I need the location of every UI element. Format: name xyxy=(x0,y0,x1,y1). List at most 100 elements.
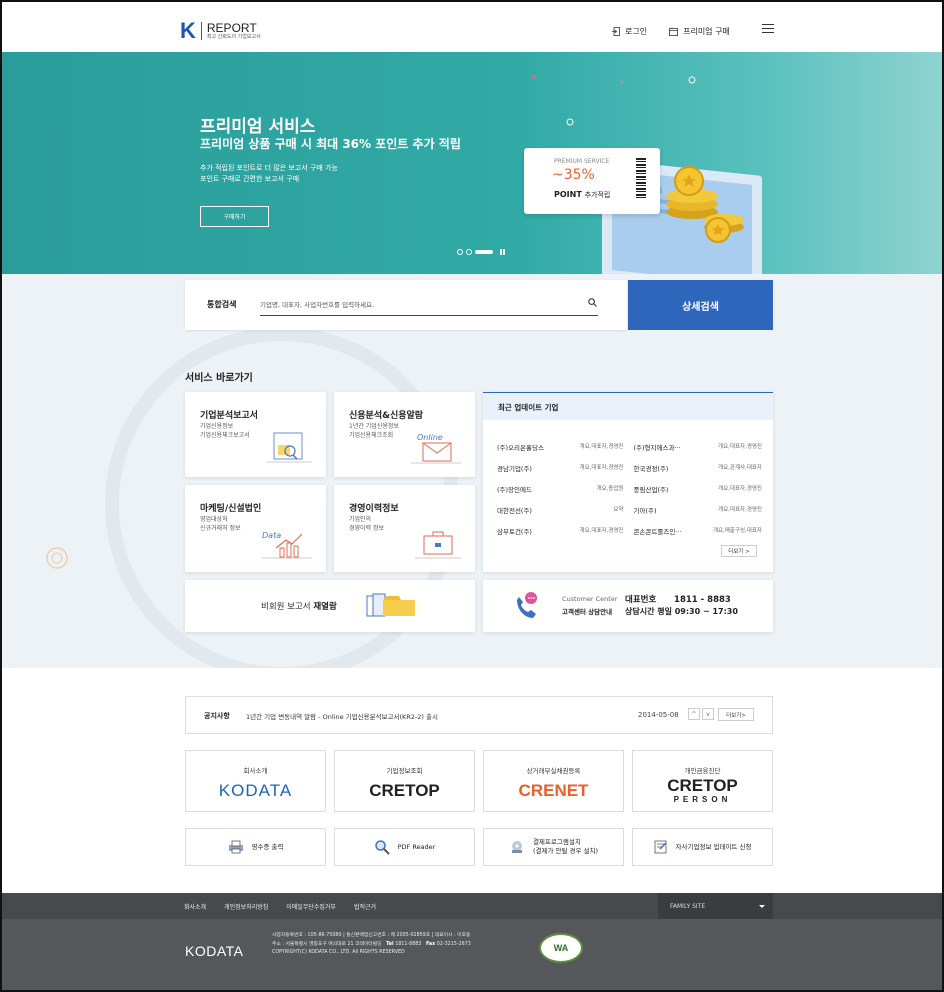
briefcase-icon xyxy=(415,531,461,559)
company-name: (주)형지에스과··· xyxy=(633,443,681,452)
footer-link-company[interactable]: 회사소개 xyxy=(184,902,206,911)
company-update-tags: 개요,대표자,경영진 xyxy=(579,443,624,450)
card-subtitle: 영업대상처 신규거래처 정보 xyxy=(200,516,241,532)
company-update-tags: 개요,관계사,대표자 xyxy=(718,464,762,471)
footer-link-legal[interactable]: 법적근거 xyxy=(354,902,376,911)
cretop-logo: CRETOP xyxy=(369,781,440,800)
search-icon[interactable] xyxy=(588,298,597,307)
company-update-tags: 개요,대표자,경영진 xyxy=(718,506,762,513)
notice-date: 2014-05-08 xyxy=(638,711,679,719)
slide-dot-1[interactable] xyxy=(457,249,463,255)
web-accessibility-badge: WA xyxy=(539,933,583,963)
logo[interactable]: K REPORT 최고 신뢰도의 기업보고서 xyxy=(180,20,261,42)
header: K REPORT 최고 신뢰도의 기업보고서 로그인 프리미엄 구매 xyxy=(2,2,942,52)
update-company-item[interactable]: 대한전선(주) 요약 xyxy=(497,505,630,515)
slider-pagination xyxy=(457,249,506,255)
crenet-logo: CRENET xyxy=(518,781,589,800)
company-name: 콘손콘트롤즈인··· xyxy=(633,527,682,536)
company-info-update-button[interactable]: 자사기업정보 업데이트 신청 xyxy=(632,828,773,866)
company-name: (주)오리온홀딩스 xyxy=(497,443,544,452)
card-title: 경영이력정보 xyxy=(349,504,399,514)
slide-dot-3[interactable] xyxy=(475,250,493,254)
premium-buy-label: 프리미엄 구매 xyxy=(683,27,730,36)
cretop-person-logo: CRETOP xyxy=(667,776,738,795)
update-row: 대한전선(주) 요약 기아(주) 개요,대표자,경영진 xyxy=(497,499,762,520)
caret-down-icon xyxy=(759,905,765,908)
updates-list: (주)오리온홀딩스 개요,대표자,경영진 (주)형지에스과··· 개요,대표자,경영진… xyxy=(497,436,762,541)
guest-report-reopen-button[interactable]: 비회원 보고서 재열람 xyxy=(185,580,475,632)
update-company-item[interactable]: (주)형지에스과··· 개요,대표자,경영진 xyxy=(630,442,763,452)
svg-text:Data: Data xyxy=(262,531,281,540)
online-envelope-icon: Online xyxy=(411,433,461,464)
company-update-tags: 개요,대표자,경영진 xyxy=(718,485,762,492)
update-company-item[interactable]: 풍림산업(주) 개요,대표자,경영진 xyxy=(630,484,763,494)
pause-icon[interactable] xyxy=(500,249,506,255)
cart-icon xyxy=(669,27,678,36)
ticket-point: POINT 추가적립 xyxy=(554,190,611,199)
company-update-tags: 개요,대표자,경영진 xyxy=(579,464,624,471)
brand-kodata[interactable]: 회사소개 KODATA xyxy=(185,750,326,812)
install-disc-icon xyxy=(511,841,522,853)
login-label: 로그인 xyxy=(625,27,648,36)
notice-prev-button[interactable]: ^ xyxy=(688,708,700,720)
hero-banner: 프리미엄 서비스 프리미엄 상품 구매 시 최대 36% 포인트 추가 적립 추… xyxy=(2,52,942,274)
hamburger-menu-icon[interactable] xyxy=(762,24,774,34)
service-card-management-history[interactable]: 경영이력정보 기업인의 경영이력 정보 xyxy=(334,485,475,572)
footer-links: 회사소개 개인정보처리방침 이메일무단수집거부 법적근거 xyxy=(184,902,394,911)
pdf-reader-button[interactable]: PDF Reader xyxy=(334,828,475,866)
card-title: 신용분석&신용알람 xyxy=(349,411,424,421)
notice-next-button[interactable]: v xyxy=(702,708,714,720)
magnifier-icon xyxy=(374,840,390,855)
premium-ticket: PREMIUM SERVICE ~35% POINT 추가적립 xyxy=(524,148,660,214)
recent-updates-panel: 최근 업데이트 기업 (주)오리온홀딩스 개요,대표자,경영진 (주)형지에스과··… xyxy=(483,392,773,572)
update-document-icon xyxy=(654,840,667,854)
slide-dot-2[interactable] xyxy=(466,249,472,255)
customer-hours: 상담시간 평일 09:30 ~ 17:30 xyxy=(625,607,738,616)
update-company-item[interactable]: 콘손콘트롤즈인··· 개요,매출구성,대표자 xyxy=(630,526,763,536)
company-name: 기아(주) xyxy=(633,506,657,515)
company-name: 경남기업(주) xyxy=(497,464,532,473)
brand-crenet[interactable]: 상거래부실채권등록 CRENET xyxy=(483,750,624,812)
service-card-marketing[interactable]: 마케팅/신설법인 영업대상처 신규거래처 정보 Data xyxy=(185,485,326,572)
hero-subtitle: 프리미엄 상품 구매 시 최대 36% 포인트 추가 적립 xyxy=(200,137,461,151)
customer-center: Customer Center 고객센터 상담안내 대표번호 1811 - 88… xyxy=(483,580,773,632)
brand-cretop-person[interactable]: 개인금융진단 CRETOP PERSON xyxy=(632,750,773,812)
receipt-print-button[interactable]: 영수증 출력 xyxy=(185,828,326,866)
card-subtitle: 1년간 기업신용정보 기업신용체크조회 xyxy=(349,423,399,439)
service-card-credit-alarm[interactable]: 신용분석&신용알람 1년간 기업신용정보 기업신용체크조회 Online xyxy=(334,392,475,477)
family-site-select[interactable]: FAMILY SITE xyxy=(658,893,773,919)
update-company-item[interactable]: 경남기업(주) 개요,대표자,경영진 xyxy=(497,463,630,473)
footer-link-email-refuse[interactable]: 이메일무단수집거부 xyxy=(286,902,336,911)
update-company-item[interactable]: 삼부토건(주) 개요,대표자,경영진 xyxy=(497,526,630,536)
update-company-item[interactable]: 기아(주) 개요,대표자,경영진 xyxy=(630,505,763,515)
updates-more-button[interactable]: 더보기 > xyxy=(721,545,757,557)
premium-buy-link[interactable]: 프리미엄 구매 xyxy=(669,26,730,37)
brand-cretop[interactable]: 기업정보조회 CRETOP xyxy=(334,750,475,812)
notice-more-button[interactable]: 더보기> xyxy=(718,708,754,721)
logo-divider xyxy=(200,22,202,40)
barcode-icon xyxy=(636,158,646,200)
hero-decoration xyxy=(532,75,762,274)
ticket-percent: ~35% xyxy=(552,167,595,183)
hero-buy-button[interactable]: 구매하기 xyxy=(200,206,269,227)
notice-text[interactable]: 1년간 기업 변동내역 알람 - Online 기업신용분석보고서(KR2-2)… xyxy=(246,711,438,721)
update-company-item[interactable]: 한국경정(주) 개요,관계사,대표자 xyxy=(630,463,763,473)
company-name: 삼부토건(주) xyxy=(497,527,532,536)
company-update-tags: 요약 xyxy=(613,506,624,513)
hero-description: 추가 적립된 포인트로 더 많은 보고서 구매 가능 포인트 구매로 간편한 보… xyxy=(200,164,338,183)
payment-program-install-button[interactable]: 결제프로그램설치 (결제가 안될 경우 설치) xyxy=(483,828,624,866)
login-link[interactable]: 로그인 xyxy=(612,26,647,37)
printer-icon xyxy=(228,840,243,854)
company-update-tags: 개요,대표자,경영진 xyxy=(579,527,624,534)
update-company-item[interactable]: (주)장인에드 개요,종업원 xyxy=(497,484,630,494)
logo-mark: K xyxy=(180,18,196,43)
advanced-search-button[interactable]: 상세검색 xyxy=(628,280,773,330)
footer-logo: KODATA xyxy=(185,943,244,959)
search-input[interactable] xyxy=(260,294,598,316)
service-card-analysis-report[interactable]: 기업분석보고서 기업신용정보 기업신용체크보고서 xyxy=(185,392,326,477)
card-title: 마케팅/신설법인 xyxy=(200,504,262,514)
update-row: (주)장인에드 개요,종업원 풍림산업(주) 개요,대표자,경영진 xyxy=(497,478,762,499)
svg-text:Online: Online xyxy=(417,433,443,442)
update-company-item[interactable]: (주)오리온홀딩스 개요,대표자,경영진 xyxy=(497,442,630,452)
footer-link-privacy[interactable]: 개인정보처리방침 xyxy=(224,902,268,911)
